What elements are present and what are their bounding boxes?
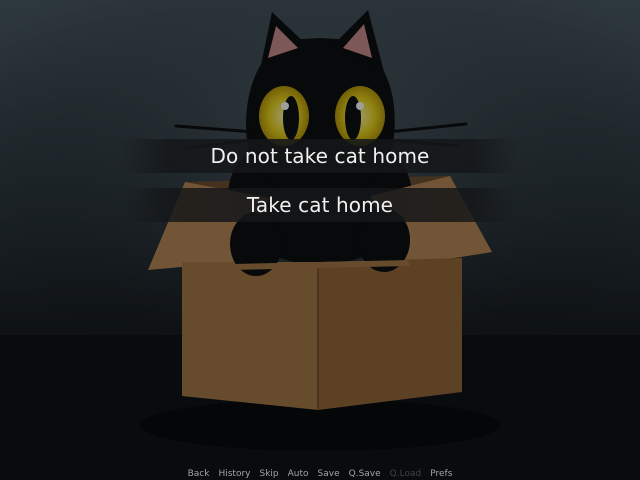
- cat-eye-shine-right: [356, 102, 364, 110]
- game-screen[interactable]: Do not take cat home Take cat home Back …: [0, 0, 640, 480]
- box-front-right: [318, 258, 462, 410]
- quick-menu: Back History Skip Auto Save Q.Save Q.Loa…: [0, 469, 640, 479]
- choice-label: Take cat home: [246, 193, 394, 217]
- choice-take-cat-home[interactable]: Take cat home: [120, 188, 520, 222]
- choice-do-not-take-cat-home[interactable]: Do not take cat home: [120, 139, 520, 173]
- scene-background: [0, 0, 640, 480]
- quick-menu-save[interactable]: Save: [318, 469, 340, 479]
- cat-eye-shine-left: [281, 102, 289, 110]
- quick-menu-back[interactable]: Back: [188, 469, 210, 479]
- quick-menu-auto[interactable]: Auto: [288, 469, 309, 479]
- choice-label: Do not take cat home: [210, 144, 430, 168]
- quick-menu-quick-save[interactable]: Q.Save: [349, 469, 381, 479]
- box-front-left: [182, 262, 318, 410]
- quick-menu-history[interactable]: History: [218, 469, 250, 479]
- quick-menu-quick-load: Q.Load: [389, 469, 422, 479]
- quick-menu-skip[interactable]: Skip: [259, 469, 278, 479]
- quick-menu-prefs[interactable]: Prefs: [430, 469, 452, 479]
